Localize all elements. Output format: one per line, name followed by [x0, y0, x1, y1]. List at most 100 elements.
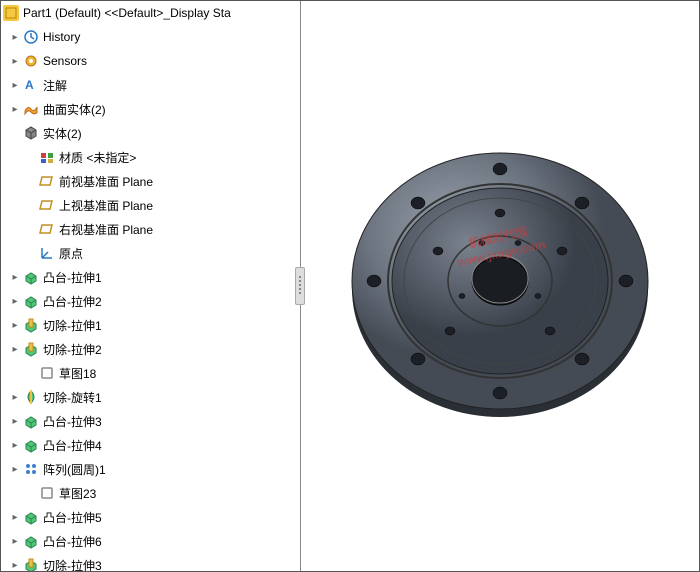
boss-icon	[23, 533, 39, 549]
tree-item-label: 切除-旋转1	[43, 389, 102, 406]
boss-icon	[23, 437, 39, 453]
tree-item-14[interactable]: 草图18	[1, 361, 300, 385]
tree-item-3[interactable]: ▸ 曲面实体(2)	[1, 97, 300, 121]
tree-item-22[interactable]: ▸ 切除-拉伸3	[1, 553, 300, 571]
expand-toggle[interactable]: ▸	[9, 439, 21, 451]
expand-toggle[interactable]: ▸	[9, 103, 21, 115]
tree-item-label: 凸台-拉伸5	[43, 509, 102, 526]
tree-item-1[interactable]: ▸ Sensors	[1, 49, 300, 73]
tree-item-label: 注解	[43, 77, 67, 94]
tree-item-label: 草图18	[59, 365, 96, 382]
revolve-icon	[23, 389, 39, 405]
feature-tree-panel[interactable]: Part1 (Default) <<Default>_Display Sta ▸…	[1, 1, 301, 571]
tree-item-9[interactable]: 原点	[1, 241, 300, 265]
expand-toggle[interactable]: ▸	[9, 343, 21, 355]
tree-item-5[interactable]: 材质 <未指定>	[1, 145, 300, 169]
tree-item-17[interactable]: ▸ 凸台-拉伸4	[1, 433, 300, 457]
boss-icon	[23, 413, 39, 429]
tree-item-label: 切除-拉伸1	[43, 317, 102, 334]
boss-icon	[23, 269, 39, 285]
expand-toggle[interactable]: ▸	[9, 415, 21, 427]
expand-toggle[interactable]: ▸	[9, 559, 21, 571]
expand-toggle	[25, 175, 37, 187]
tree-item-label: Sensors	[43, 54, 87, 68]
tree-item-16[interactable]: ▸ 凸台-拉伸3	[1, 409, 300, 433]
expand-toggle	[25, 487, 37, 499]
tree-item-20[interactable]: ▸ 凸台-拉伸5	[1, 505, 300, 529]
sketch-icon	[39, 365, 55, 381]
tree-item-8[interactable]: 右视基准面 Plane	[1, 217, 300, 241]
expand-toggle[interactable]: ▸	[9, 79, 21, 91]
tree-item-label: 凸台-拉伸2	[43, 293, 102, 310]
tree-item-label: History	[43, 30, 80, 44]
solid-icon	[23, 125, 39, 141]
tree-item-label: 凸台-拉伸4	[43, 437, 102, 454]
expand-toggle	[25, 247, 37, 259]
expand-toggle[interactable]: ▸	[9, 319, 21, 331]
root-label: Part1 (Default) <<Default>_Display Sta	[23, 6, 231, 20]
expand-toggle	[25, 223, 37, 235]
tree-item-4[interactable]: 实体(2)	[1, 121, 300, 145]
expand-toggle[interactable]: ▸	[9, 55, 21, 67]
tree-item-19[interactable]: 草图23	[1, 481, 300, 505]
pattern-icon	[23, 461, 39, 477]
plane-icon	[39, 173, 55, 189]
tree-item-11[interactable]: ▸ 凸台-拉伸2	[1, 289, 300, 313]
tree-item-0[interactable]: ▸ History	[1, 25, 300, 49]
tree-item-label: 右视基准面 Plane	[59, 221, 153, 238]
expand-toggle[interactable]: ▸	[9, 31, 21, 43]
tree-item-label: 原点	[59, 245, 83, 262]
tree-item-label: 凸台-拉伸6	[43, 533, 102, 550]
tree-item-label: 材质 <未指定>	[59, 149, 136, 166]
tree-item-18[interactable]: ▸ 阵列(圆周)1	[1, 457, 300, 481]
expand-toggle[interactable]: ▸	[9, 295, 21, 307]
tree-item-13[interactable]: ▸ 切除-拉伸2	[1, 337, 300, 361]
plane-icon	[39, 221, 55, 237]
tree-item-6[interactable]: 前视基准面 Plane	[1, 169, 300, 193]
surface-icon	[23, 101, 39, 117]
tree-item-21[interactable]: ▸ 凸台-拉伸6	[1, 529, 300, 553]
expand-toggle	[25, 367, 37, 379]
tree-item-label: 凸台-拉伸1	[43, 269, 102, 286]
boss-icon	[23, 293, 39, 309]
expand-toggle	[25, 151, 37, 163]
tree-item-15[interactable]: ▸ 切除-旋转1	[1, 385, 300, 409]
tree-root[interactable]: Part1 (Default) <<Default>_Display Sta	[1, 1, 300, 25]
expand-toggle	[9, 127, 21, 139]
tree-item-label: 实体(2)	[43, 125, 82, 142]
plane-icon	[39, 197, 55, 213]
svg-text:A: A	[25, 78, 34, 92]
annotation-icon: A	[23, 77, 39, 93]
tree-item-7[interactable]: 上视基准面 Plane	[1, 193, 300, 217]
cut-icon	[23, 341, 39, 357]
boss-icon	[23, 509, 39, 525]
material-icon	[39, 149, 55, 165]
tree-item-label: 阵列(圆周)1	[43, 461, 106, 478]
tree-item-10[interactable]: ▸ 凸台-拉伸1	[1, 265, 300, 289]
history-icon	[23, 29, 39, 45]
panel-resize-sash[interactable]	[295, 267, 305, 305]
tree-item-label: 切除-拉伸3	[43, 557, 102, 572]
cut-icon	[23, 557, 39, 571]
expand-toggle[interactable]: ▸	[9, 463, 21, 475]
cut-icon	[23, 317, 39, 333]
expand-toggle[interactable]: ▸	[9, 511, 21, 523]
tree-item-label: 上视基准面 Plane	[59, 197, 153, 214]
flange-part[interactable]	[345, 136, 655, 436]
sensors-icon	[23, 53, 39, 69]
sketch-icon	[39, 485, 55, 501]
tree-item-label: 凸台-拉伸3	[43, 413, 102, 430]
tree-item-label: 草图23	[59, 485, 96, 502]
part-icon	[3, 5, 19, 21]
expand-toggle[interactable]: ▸	[9, 271, 21, 283]
tree-item-label: 前视基准面 Plane	[59, 173, 153, 190]
origin-icon	[39, 245, 55, 261]
expand-toggle[interactable]: ▸	[9, 535, 21, 547]
tree-item-12[interactable]: ▸ 切除-拉伸1	[1, 313, 300, 337]
tree-item-2[interactable]: ▸ A 注解	[1, 73, 300, 97]
tree-item-label: 曲面实体(2)	[43, 101, 106, 118]
expand-toggle	[25, 199, 37, 211]
3d-viewport[interactable]: 机械时代网 www.jxage.com	[301, 1, 699, 571]
expand-toggle[interactable]: ▸	[9, 391, 21, 403]
tree-item-label: 切除-拉伸2	[43, 341, 102, 358]
